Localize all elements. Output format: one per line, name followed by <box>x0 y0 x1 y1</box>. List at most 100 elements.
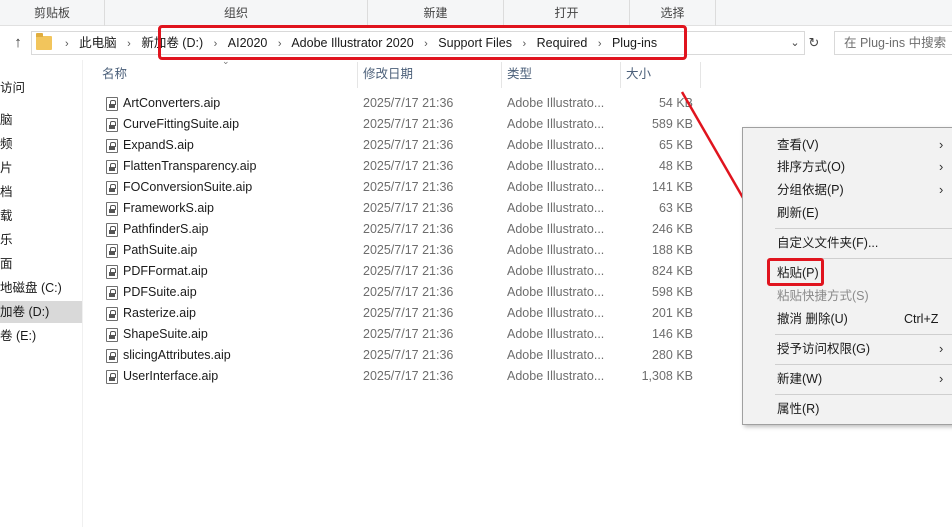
nav-item-pictures[interactable]: 片 <box>0 157 82 179</box>
nav-item-this-pc[interactable]: 脑 <box>0 109 82 131</box>
ribbon-group-select[interactable]: 选择 <box>630 0 716 26</box>
menu-item-paste-shortcut[interactable]: 粘贴快捷方式(S) <box>743 285 952 307</box>
chevron-right-icon[interactable]: › <box>424 38 428 50</box>
file-row[interactable]: UserInterface.aip 2025/7/17 21:36 Adobe Il… <box>100 366 700 387</box>
column-separator[interactable] <box>700 62 701 88</box>
file-row[interactable]: PDFSuite.aip 2025/7/17 21:36 Adobe Illustr… <box>100 282 700 303</box>
ribbon-group-clipboard[interactable]: 剪贴板 <box>0 0 105 26</box>
file-row[interactable]: PDFFormat.aip 2025/7/17 21:36 Adobe Illust… <box>100 261 700 282</box>
file-row[interactable]: ArtConverters.aip 2025/7/17 21:36 Adobe Il… <box>100 93 700 114</box>
column-header-name[interactable]: 名称 <box>102 62 127 86</box>
chevron-right-icon[interactable]: › <box>65 38 69 50</box>
file-type: Adobe Illustrato... <box>507 222 605 236</box>
plugin-file-icon <box>106 97 118 111</box>
menu-separator <box>775 228 952 229</box>
file-row[interactable]: ShapeSuite.aip 2025/7/17 21:36 Adobe Illus… <box>100 324 700 345</box>
nav-item-desktop[interactable]: 面 <box>0 253 82 275</box>
breadcrumb-ai2020[interactable]: AI2020 <box>228 36 268 50</box>
file-size: 589 KB <box>651 117 693 131</box>
menu-item-label: 粘贴快捷方式(S) <box>777 289 869 303</box>
menu-item-grant-access[interactable]: 授予访问权限(G) › <box>743 338 952 360</box>
file-type: Adobe Illustrato... <box>507 285 605 299</box>
ribbon-group-new[interactable]: 新建 <box>368 0 504 26</box>
file-size: 1,308 KB <box>641 369 693 383</box>
file-date: 2025/7/17 21:36 <box>363 117 454 131</box>
file-row[interactable]: FlattenTransparency.aip 2025/7/17 21:36 Ad… <box>100 156 700 177</box>
nav-item-downloads[interactable]: 载 <box>0 205 82 227</box>
breadcrumb-this-pc[interactable]: 此电脑 <box>79 36 117 50</box>
menu-item-paste[interactable]: 粘贴(P) <box>743 262 952 284</box>
column-header-date[interactable]: 修改日期 <box>363 62 413 86</box>
search-input[interactable]: 在 Plug-ins 中搜索 <box>834 31 952 55</box>
column-separator[interactable] <box>357 62 358 88</box>
file-date: 2025/7/17 21:36 <box>363 264 454 278</box>
file-row[interactable]: ExpandS.aip 2025/7/17 21:36 Adobe Illustra… <box>100 135 700 156</box>
nav-item-videos[interactable]: 频 <box>0 133 82 155</box>
file-type: Adobe Illustrato... <box>507 327 605 341</box>
file-name: Rasterize.aip <box>123 306 196 320</box>
chevron-right-icon: › <box>939 371 944 386</box>
column-header-type[interactable]: 类型 <box>507 62 532 86</box>
plugin-file-icon <box>106 223 118 237</box>
menu-item-undo-delete[interactable]: 撤消 删除(U) Ctrl+Z <box>743 308 952 330</box>
chevron-down-icon[interactable]: ⌄ <box>788 32 802 54</box>
chevron-right-icon[interactable]: › <box>214 38 218 50</box>
refresh-icon[interactable]: ↻ <box>806 35 822 51</box>
menu-item-view[interactable]: 查看(V) › <box>743 134 952 156</box>
menu-separator <box>775 394 952 395</box>
file-size: 201 KB <box>651 306 693 320</box>
file-date: 2025/7/17 21:36 <box>363 96 454 110</box>
breadcrumb-drive-d[interactable]: 新加卷 (D:) <box>141 36 203 50</box>
plugin-file-icon <box>106 244 118 258</box>
nav-item-drive-e[interactable]: 卷 (E:) <box>0 325 82 347</box>
file-type: Adobe Illustrato... <box>507 243 605 257</box>
column-header-size[interactable]: 大小 <box>626 62 651 86</box>
menu-item-label: 撤消 删除(U) <box>777 312 848 326</box>
file-size: 246 KB <box>651 222 693 236</box>
file-size: 598 KB <box>651 285 693 299</box>
file-row[interactable]: FrameworkS.aip 2025/7/17 21:36 Adobe Illus… <box>100 198 700 219</box>
nav-item-music[interactable]: 乐 <box>0 229 82 251</box>
file-name: ExpandS.aip <box>123 138 194 152</box>
menu-item-label: 分组依据(P) <box>777 183 844 197</box>
address-bar[interactable]: › 此电脑 › 新加卷 (D:) › AI2020 › Adobe Illust… <box>31 31 805 55</box>
menu-item-label: 查看(V) <box>777 138 819 152</box>
nav-item-documents[interactable]: 档 <box>0 181 82 203</box>
menu-item-group[interactable]: 分组依据(P) › <box>743 179 952 201</box>
chevron-right-icon[interactable]: › <box>522 38 526 50</box>
menu-item-customize-folder[interactable]: 自定义文件夹(F)... <box>743 232 952 254</box>
file-row[interactable]: FOConversionSuite.aip 2025/7/17 21:36 Adob… <box>100 177 700 198</box>
nav-item-quick-access[interactable]: 访问 <box>0 77 82 99</box>
menu-item-sort[interactable]: 排序方式(O) › <box>743 156 952 178</box>
navigation-bar: ↑ › 此电脑 › 新加卷 (D:) › AI2020 › Adobe Illu… <box>0 27 952 59</box>
file-row[interactable]: PathfinderS.aip 2025/7/17 21:36 Adobe Illu… <box>100 219 700 240</box>
menu-item-label: 属性(R) <box>777 402 820 416</box>
ribbon-group-organize[interactable]: 组织 <box>105 0 368 26</box>
file-date: 2025/7/17 21:36 <box>363 222 454 236</box>
chevron-right-icon[interactable]: › <box>598 38 602 50</box>
breadcrumb-support-files[interactable]: Support Files <box>438 36 512 50</box>
file-row[interactable]: CurveFittingSuite.aip 2025/7/17 21:36 Adob… <box>100 114 700 135</box>
menu-item-refresh[interactable]: 刷新(E) <box>743 202 952 224</box>
breadcrumb-adobe-illustrator[interactable]: Adobe Illustrator 2020 <box>291 36 413 50</box>
file-type: Adobe Illustrato... <box>507 264 605 278</box>
chevron-right-icon[interactable]: › <box>127 38 131 50</box>
chevron-right-icon[interactable]: › <box>278 38 282 50</box>
up-arrow-icon[interactable]: ↑ <box>8 33 28 53</box>
file-row[interactable]: slicingAttributes.aip 2025/7/17 21:36 Adob… <box>100 345 700 366</box>
breadcrumb-plug-ins[interactable]: Plug-ins <box>612 36 657 50</box>
menu-item-properties[interactable]: 属性(R) <box>743 398 952 420</box>
file-name: FlattenTransparency.aip <box>123 159 257 173</box>
breadcrumb-required[interactable]: Required <box>537 36 588 50</box>
file-row[interactable]: Rasterize.aip 2025/7/17 21:36 Adobe Illust… <box>100 303 700 324</box>
column-separator[interactable] <box>620 62 621 88</box>
file-type: Adobe Illustrato... <box>507 306 605 320</box>
column-separator[interactable] <box>501 62 502 88</box>
file-row[interactable]: PathSuite.aip 2025/7/17 21:36 Adobe Illust… <box>100 240 700 261</box>
file-size: 824 KB <box>651 264 693 278</box>
nav-item-drive-c[interactable]: 地磁盘 (C:) <box>0 277 82 299</box>
nav-item-drive-d[interactable]: 加卷 (D:) <box>0 301 82 323</box>
menu-item-new[interactable]: 新建(W) › <box>743 368 952 390</box>
ribbon-group-open[interactable]: 打开 <box>504 0 630 26</box>
plugin-file-icon <box>106 160 118 174</box>
